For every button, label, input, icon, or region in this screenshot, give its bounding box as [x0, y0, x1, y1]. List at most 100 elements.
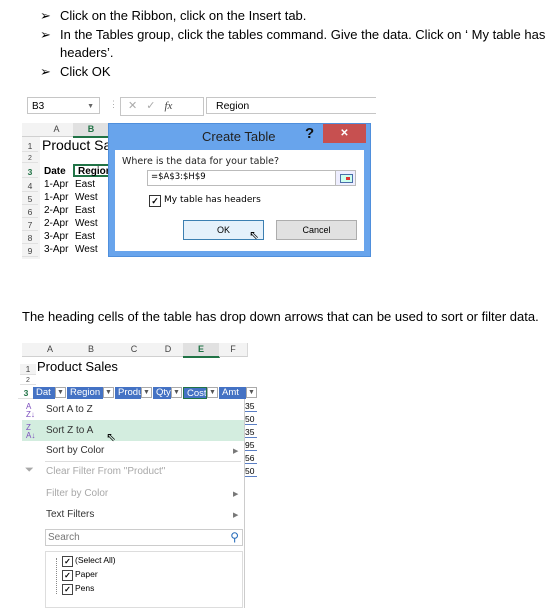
cancel-icon[interactable]: ✕: [128, 100, 137, 112]
menu-sort-a-to-z[interactable]: Sort A to Z: [46, 404, 93, 415]
chevron-right-icon: ▶: [233, 512, 239, 519]
table-header-cell[interactable]: Amt: [219, 387, 246, 399]
select-all-corner[interactable]: [22, 123, 41, 137]
formula-bar[interactable]: Region: [206, 97, 376, 114]
filter-dropdown-icon[interactable]: ▼: [103, 387, 114, 398]
filter-values-list: ✓ (Select All) ✓ Paper ✓ Pens: [45, 551, 243, 608]
region-cell[interactable]: East: [75, 231, 95, 242]
filter-dropdown-icon[interactable]: ▼: [207, 387, 218, 398]
title-cell[interactable]: Product Sa: [42, 137, 111, 153]
date-cell[interactable]: 3-Apr: [44, 231, 68, 242]
row-header[interactable]: 2: [22, 155, 38, 163]
region-cell[interactable]: West: [75, 192, 98, 203]
amt-cell: 35: [245, 427, 257, 438]
date-cell[interactable]: 1-Apr: [44, 192, 68, 203]
col-header[interactable]: C: [115, 343, 154, 357]
instruction-2-cont: headers’.: [60, 45, 114, 60]
table-header-cell[interactable]: Produ: [115, 387, 141, 399]
item-checkbox[interactable]: ✓: [62, 584, 73, 595]
filter-item[interactable]: Pens: [75, 583, 94, 593]
filter-dropdown-icon[interactable]: ▼: [55, 387, 66, 398]
date-cell[interactable]: 3-Apr: [44, 244, 68, 255]
col-header[interactable]: A: [33, 343, 68, 357]
menu-clear-filter[interactable]: Clear Filter From "Product": [46, 466, 165, 477]
menu-filter-by-color[interactable]: Filter by Color: [46, 488, 108, 499]
chevron-down-icon: ▼: [87, 103, 94, 110]
menu-sort-by-color[interactable]: Sort by Color: [46, 445, 104, 456]
row-header[interactable]: 5: [22, 194, 38, 205]
item-checkbox[interactable]: ✓: [62, 570, 73, 581]
cancel-button[interactable]: Cancel: [276, 220, 357, 240]
table-header-cell[interactable]: Region: [67, 387, 103, 399]
col-header-b[interactable]: B: [73, 123, 110, 138]
chevron-right-icon: ▶: [233, 491, 239, 498]
table-header-cell[interactable]: Dat: [33, 387, 55, 399]
header-cell-region-selected[interactable]: Region: [73, 164, 112, 177]
col-header[interactable]: E: [183, 343, 220, 358]
row-header[interactable]: 9: [22, 246, 38, 257]
region-cell[interactable]: East: [75, 205, 95, 216]
check-icon[interactable]: ✓: [146, 100, 155, 112]
col-header[interactable]: B: [67, 343, 116, 357]
table-header-cell[interactable]: Cost: [183, 387, 207, 399]
help-button[interactable]: ?: [305, 125, 314, 142]
region-cell[interactable]: East: [75, 179, 95, 190]
data-range-label: Where is the data for your table?: [122, 156, 280, 167]
formula-buttons: ✕ ✓ fx: [120, 97, 204, 116]
filter-item[interactable]: (Select All): [75, 555, 116, 565]
sort-az-icon: A Z↓: [26, 402, 35, 419]
date-cell[interactable]: 1-Apr: [44, 179, 68, 190]
item-checkbox[interactable]: ✓: [62, 556, 73, 567]
bullet-arrow-icon: ➢: [40, 64, 51, 79]
row-header[interactable]: 7: [22, 220, 38, 231]
headers-checkbox[interactable]: ✓: [149, 195, 161, 207]
date-cell[interactable]: 2-Apr: [44, 218, 68, 229]
row-header[interactable]: 1: [20, 364, 36, 375]
filter-item[interactable]: Paper: [75, 569, 98, 579]
row-header[interactable]: 2: [20, 377, 36, 385]
amt-cell: 95: [245, 440, 257, 451]
search-input[interactable]: Search ⚲: [45, 529, 243, 546]
row-header[interactable]: 4: [22, 181, 38, 192]
filter-dropdown-icon[interactable]: ▼: [171, 387, 182, 398]
filter-dropdown-icon[interactable]: ▼: [246, 387, 257, 398]
mouse-cursor-icon: ⇖: [249, 228, 260, 242]
fx-icon[interactable]: fx: [164, 100, 172, 112]
close-button[interactable]: ✕: [323, 124, 366, 143]
instruction-1: Click on the Ribbon, click on the Insert…: [60, 8, 307, 23]
header-cell-date[interactable]: Date: [44, 166, 66, 177]
row-header[interactable]: 3: [18, 388, 34, 399]
name-box[interactable]: B3 ▼: [27, 97, 100, 114]
row-header[interactable]: 1: [22, 141, 38, 152]
create-table-dialog: Create Table ? ✕ Where is the data for y…: [108, 123, 371, 257]
instruction-2: In the Tables group, click the tables co…: [60, 27, 546, 42]
sort-za-icon: Z A↓: [26, 423, 36, 440]
table-header-cell[interactable]: Qty: [153, 387, 171, 399]
menu-text-filters[interactable]: Text Filters: [46, 509, 94, 520]
row-header[interactable]: 8: [22, 233, 38, 244]
col-header[interactable]: D: [153, 343, 184, 357]
filter-dropdown-icon[interactable]: ▼: [141, 387, 152, 398]
clear-filter-icon: ⏷: [25, 464, 34, 476]
col-header[interactable]: F: [219, 343, 248, 357]
title-cell[interactable]: Product Sales: [37, 359, 118, 374]
collapse-dialog-icon[interactable]: [335, 171, 355, 185]
data-range-input[interactable]: =$A$3:$H$9: [147, 170, 356, 186]
col-header-a[interactable]: A: [40, 123, 74, 137]
paragraph: The heading cells of the table has drop …: [22, 309, 539, 324]
separator: [45, 461, 241, 462]
date-cell[interactable]: 2-Apr: [44, 205, 68, 216]
bullet-arrow-icon: ➢: [40, 8, 51, 23]
dialog-body: Where is the data for your table? =$A$3:…: [115, 150, 364, 251]
dialog-title: Create Table: [202, 129, 276, 144]
amt-cell: 56: [245, 453, 257, 464]
region-cell[interactable]: West: [75, 244, 98, 255]
headers-checkbox-label[interactable]: My table has headers: [164, 195, 261, 205]
region-cell[interactable]: West: [75, 218, 98, 229]
separator-dots: ⋮: [109, 99, 118, 109]
row-header[interactable]: 6: [22, 207, 38, 218]
amt-cell: 35: [245, 401, 257, 412]
instruction-3: Click OK: [60, 64, 111, 79]
row-header[interactable]: 3: [22, 167, 38, 178]
menu-sort-z-to-a[interactable]: Sort Z to A: [46, 425, 93, 436]
